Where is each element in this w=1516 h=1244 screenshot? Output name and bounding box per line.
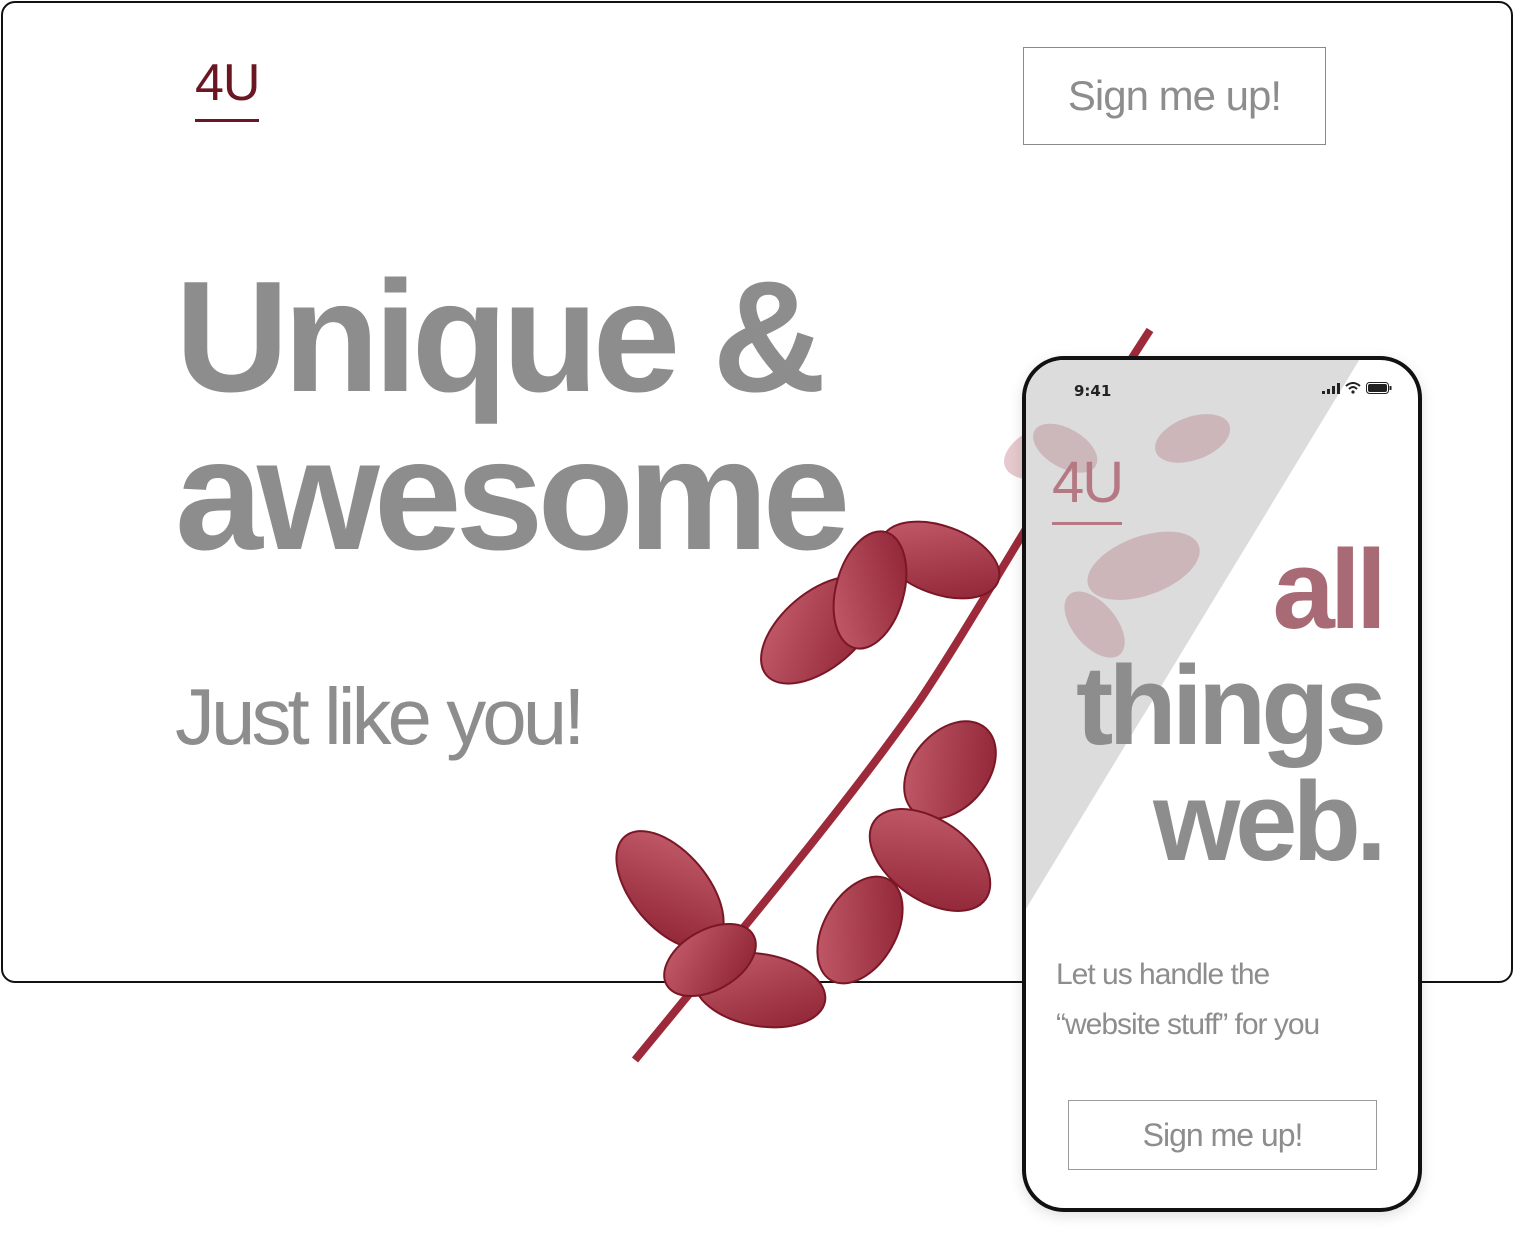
phone-subtitle-line-1: Let us handle the [1056,958,1270,991]
signal-icon [1322,382,1340,394]
phone-logo[interactable]: 4U [1052,454,1124,525]
desktop-signup-button[interactable]: Sign me up! [1023,47,1326,145]
phone-subtitle-line-2: “website stuff” for you [1056,1008,1320,1041]
phone-title-accent: all [1272,527,1387,652]
phone-signup-button[interactable]: Sign me up! [1068,1100,1377,1170]
status-icons [1322,382,1392,394]
hero-subtitle: Just like you! [175,672,585,761]
phone-title-line-3: web. [1153,759,1387,884]
phone-mockup: 9:41 4U all things web. Let us handle th… [1022,356,1422,1212]
wifi-icon [1345,382,1361,394]
phone-title-line-2: things [1076,643,1387,768]
status-time: 9:41 [1074,382,1112,400]
battery-icon [1366,382,1392,394]
phone-subtitle: Let us handle the “website stuff” for yo… [1056,950,1396,1050]
phone-title: all things web. [1076,527,1387,884]
desktop-logo[interactable]: 4U [195,57,260,122]
